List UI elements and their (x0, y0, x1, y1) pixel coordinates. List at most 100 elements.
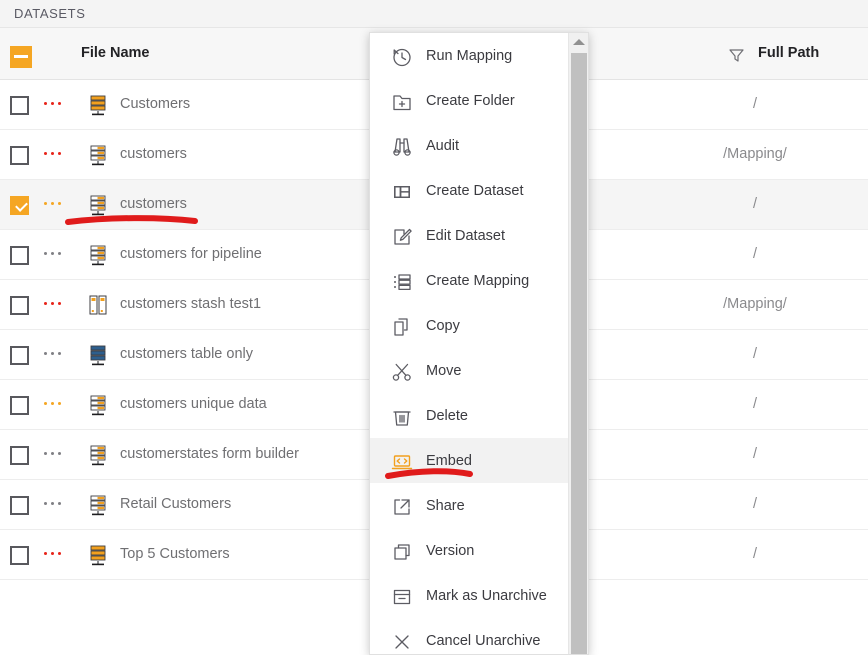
row-checkbox[interactable] (10, 96, 29, 115)
menu-item-label: Copy (426, 317, 460, 334)
menu-item-copy[interactable]: Copy (370, 303, 569, 348)
ellipsis-dot-icon (51, 502, 54, 505)
row-file-name[interactable]: customers (120, 146, 187, 162)
menu-item-move[interactable]: Move (370, 348, 569, 393)
menu-item-run-mapping[interactable]: Run Mapping (370, 33, 569, 78)
menu-item-embed[interactable]: Embed (370, 438, 569, 483)
row-checkbox[interactable] (10, 446, 29, 465)
row-full-path: / (752, 446, 758, 462)
row-file-name[interactable]: Customers (120, 96, 190, 112)
row-checkbox[interactable] (10, 496, 29, 515)
row-actions-menu-button[interactable] (44, 502, 61, 505)
column-header-full-path[interactable]: Full Path (758, 45, 819, 61)
filter-icon[interactable] (728, 47, 745, 69)
row-checkbox[interactable] (10, 396, 29, 415)
column-header-file-name[interactable]: File Name (81, 45, 150, 61)
checkbox-unchecked-icon (10, 246, 29, 265)
menu-item-label: Create Folder (426, 92, 515, 109)
context-menu-items: Run Mapping Create Folder Audit Create Data… (370, 33, 588, 654)
ellipsis-dot-icon (58, 452, 61, 455)
row-checkbox[interactable] (10, 546, 29, 565)
ellipsis-dot-icon (51, 152, 54, 155)
datasets-page: DATASETS File Name Full Path Customers / c… (0, 0, 868, 655)
select-all-checkbox[interactable] (10, 46, 32, 68)
menu-item-version[interactable]: Version (370, 528, 569, 573)
ellipsis-dot-icon (58, 352, 61, 355)
row-checkbox[interactable] (10, 196, 29, 215)
row-actions-menu-button[interactable] (44, 352, 61, 355)
row-file-name[interactable]: Top 5 Customers (120, 546, 230, 562)
archive-box-icon (390, 585, 412, 607)
folder-plus-icon (390, 90, 412, 112)
menu-item-mark-as-unarchive[interactable]: Mark as Unarchive (370, 573, 569, 618)
row-full-path: / (752, 96, 758, 112)
menu-item-create-folder[interactable]: Create Folder (370, 78, 569, 123)
ellipsis-dot-icon (44, 302, 47, 305)
row-checkbox[interactable] (10, 296, 29, 315)
checkbox-unchecked-icon (10, 346, 29, 365)
row-full-path: / (752, 496, 758, 512)
row-actions-menu-button[interactable] (44, 452, 61, 455)
row-file-name[interactable]: customers stash test1 (120, 296, 261, 312)
context-menu[interactable]: Run Mapping Create Folder Audit Create Data… (369, 32, 589, 655)
menu-item-create-dataset[interactable]: Create Dataset (370, 168, 569, 213)
scroll-up-arrow-icon[interactable] (573, 39, 585, 45)
checkbox-checked-icon (10, 196, 29, 215)
stash-icon (86, 293, 110, 317)
menu-item-delete[interactable]: Delete (370, 393, 569, 438)
menu-item-edit-dataset[interactable]: Edit Dataset (370, 213, 569, 258)
row-checkbox[interactable] (10, 346, 29, 365)
menu-item-label: Create Mapping (426, 272, 530, 289)
row-file-name[interactable]: customers unique data (120, 396, 267, 412)
ellipsis-dot-icon (51, 202, 54, 205)
mapping-list-icon (390, 270, 412, 292)
checkbox-unchecked-icon (10, 496, 29, 515)
database-grey-icon (86, 493, 110, 517)
row-file-name[interactable]: customers for pipeline (120, 246, 262, 262)
copy-icon (390, 315, 412, 337)
row-actions-menu-button[interactable] (44, 552, 61, 555)
row-checkbox[interactable] (10, 146, 29, 165)
menu-item-label: Create Dataset (426, 182, 524, 199)
row-actions-menu-button[interactable] (44, 152, 61, 155)
row-file-name[interactable]: Retail Customers (120, 496, 231, 512)
menu-item-create-mapping[interactable]: Create Mapping (370, 258, 569, 303)
menu-item-label: Cancel Unarchive (426, 632, 541, 649)
row-file-name[interactable]: customers (120, 196, 187, 212)
menu-item-label: Share (426, 497, 465, 514)
ellipsis-dot-icon (51, 102, 54, 105)
version-layers-icon (390, 540, 412, 562)
row-full-path: / (752, 346, 758, 362)
database-blue-icon (86, 343, 110, 367)
ellipsis-dot-icon (51, 452, 54, 455)
trash-icon (390, 405, 412, 427)
ellipsis-dot-icon (58, 502, 61, 505)
menu-item-share[interactable]: Share (370, 483, 569, 528)
scrollbar-thumb[interactable] (571, 53, 587, 654)
row-actions-menu-button[interactable] (44, 202, 61, 205)
context-menu-scrollbar[interactable] (568, 33, 588, 654)
ellipsis-dot-icon (44, 552, 47, 555)
menu-item-label: Delete (426, 407, 468, 424)
checkbox-unchecked-icon (10, 96, 29, 115)
ellipsis-dot-icon (51, 252, 54, 255)
checkbox-unchecked-icon (10, 546, 29, 565)
menu-item-cancel-unarchive[interactable]: Cancel Unarchive (370, 618, 569, 654)
page-topbar: DATASETS (0, 0, 868, 28)
ellipsis-dot-icon (44, 402, 47, 405)
ellipsis-dot-icon (51, 302, 54, 305)
database-grey-icon (86, 193, 110, 217)
row-file-name[interactable]: customers table only (120, 346, 253, 362)
row-actions-menu-button[interactable] (44, 302, 61, 305)
row-actions-menu-button[interactable] (44, 102, 61, 105)
row-actions-menu-button[interactable] (44, 252, 61, 255)
history-clock-icon (390, 45, 412, 67)
row-file-name[interactable]: customerstates form builder (120, 446, 299, 462)
dataset-grid-icon (390, 180, 412, 202)
ellipsis-dot-icon (51, 402, 54, 405)
database-grey-icon (86, 393, 110, 417)
menu-item-audit[interactable]: Audit (370, 123, 569, 168)
row-full-path: / (752, 396, 758, 412)
row-actions-menu-button[interactable] (44, 402, 61, 405)
row-checkbox[interactable] (10, 246, 29, 265)
